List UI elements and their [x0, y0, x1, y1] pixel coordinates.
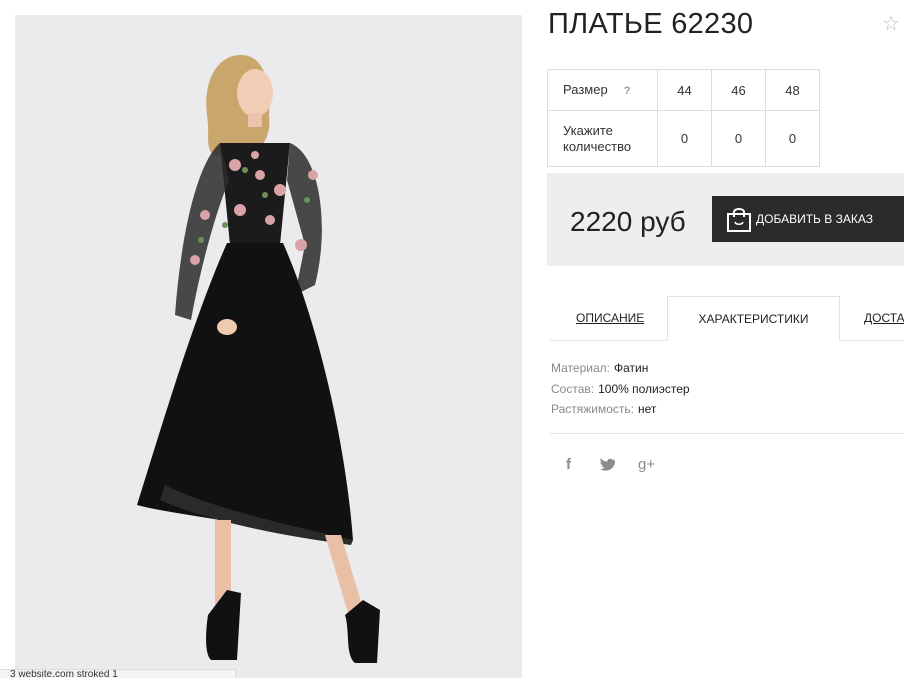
dress-illustration: [15, 15, 522, 678]
price: 2220 руб: [570, 206, 686, 237]
add-to-order-button[interactable]: ДОБАВИТЬ В ЗАКАЗ: [712, 196, 904, 242]
spec-value: Фатин: [613, 361, 649, 375]
twitter-bird-icon: [600, 458, 615, 471]
quantity-input-46[interactable]: 0: [711, 110, 766, 167]
size-48: 48: [765, 69, 820, 111]
size-44: 44: [657, 69, 712, 111]
quantity-row: Укажите количество 0 0 0: [547, 110, 820, 167]
spec-composition: Состав: 100% полиэстер: [551, 379, 690, 400]
quantity-label-line1: Укажите: [563, 122, 613, 138]
facebook-icon[interactable]: f: [566, 456, 571, 473]
tab-characteristics[interactable]: ХАРАКТЕРИСТИКИ: [667, 296, 840, 341]
spec-key: Растяжимость:: [551, 402, 635, 416]
spec-stretch: Растяжимость: нет: [551, 399, 690, 420]
characteristics-list: Материал: Фатин Состав: 100% полиэстер Рас…: [551, 358, 690, 420]
size-row: Размер? 44 46 48: [547, 69, 820, 111]
tab-delivery[interactable]: ДОСТАВКА: [864, 296, 904, 341]
quantity-label: Укажите количество: [547, 110, 658, 167]
product-tabs: ОПИСАНИЕ ХАРАКТЕРИСТИКИ ДОСТАВКА: [550, 296, 904, 341]
googleplus-icon[interactable]: g+: [638, 456, 655, 473]
spec-key: Материал:: [551, 361, 610, 375]
spec-key: Состав:: [551, 381, 595, 396]
quantity-input-48[interactable]: 0: [765, 110, 820, 167]
size-help-icon[interactable]: ?: [624, 83, 631, 99]
size-label-cell: Размер?: [547, 69, 658, 111]
size-table: Размер? 44 46 48 Укажите количество 0 0 …: [547, 69, 820, 167]
divider: [550, 433, 904, 434]
spec-material: Материал: Фатин: [551, 358, 690, 379]
shopping-bag-icon: [727, 208, 751, 232]
quantity-input-44[interactable]: 0: [657, 110, 712, 167]
size-46: 46: [711, 69, 766, 111]
favorite-star-icon[interactable]: ☆: [882, 14, 900, 34]
product-photo[interactable]: [15, 15, 522, 678]
twitter-icon[interactable]: [600, 458, 616, 475]
price-bar: 2220 руб ДОБАВИТЬ В ЗАКАЗ: [547, 173, 904, 266]
spec-value: нет: [638, 402, 657, 416]
tab-description[interactable]: ОПИСАНИЕ: [576, 296, 644, 341]
product-title: ПЛАТЬЕ 62230: [548, 8, 754, 40]
spec-value: 100% полиэстер: [598, 381, 690, 396]
add-to-order-label: ДОБАВИТЬ В ЗАКАЗ: [756, 212, 873, 226]
quantity-label-line2: количество: [563, 138, 632, 154]
status-bar: 3 website.com stroked 1: [0, 669, 236, 678]
size-label: Размер: [563, 81, 608, 97]
